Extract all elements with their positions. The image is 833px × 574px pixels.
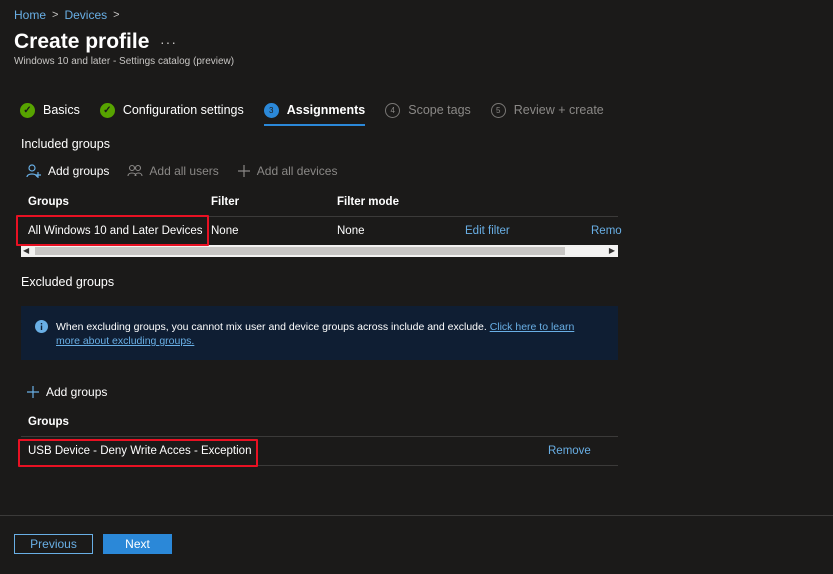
add-groups-button[interactable]: Add groups	[26, 163, 109, 179]
add-all-users-button[interactable]: Add all users	[127, 163, 219, 179]
step-basics[interactable]: ✓ Basics	[20, 100, 80, 120]
included-groups-heading: Included groups	[21, 137, 110, 151]
add-groups-label: Add groups	[48, 164, 110, 178]
scroll-left-icon[interactable]: ◀	[23, 245, 29, 257]
scrollbar-thumb[interactable]	[35, 247, 565, 255]
add-all-devices-label: Add all devices	[256, 164, 338, 178]
add-all-users-label: Add all users	[149, 164, 219, 178]
users-icon	[127, 164, 143, 177]
add-excluded-groups-button[interactable]: Add groups	[26, 385, 107, 399]
step-scope-tags[interactable]: 4 Scope tags	[385, 100, 471, 120]
step-label: Assignments	[286, 103, 366, 117]
previous-button[interactable]: Previous	[14, 534, 93, 554]
remove-link[interactable]: Remove	[548, 445, 591, 457]
next-button[interactable]: Next	[103, 534, 172, 554]
step-number-icon: 4	[385, 102, 401, 118]
excluded-groups-table: Groups USB Device - Deny Write Acces - E…	[21, 408, 618, 466]
plus-icon	[237, 165, 250, 177]
step-number-icon: 3	[263, 102, 279, 118]
checkmark-icon: ✓	[99, 102, 115, 118]
table-header: Groups	[21, 408, 618, 436]
plus-icon	[27, 386, 39, 398]
edit-filter-link[interactable]: Edit filter	[465, 225, 510, 237]
breadcrumb: Home > Devices >	[14, 8, 120, 22]
page-subtitle: Windows 10 and later - Settings catalog …	[14, 56, 235, 67]
checkmark-icon: ✓	[20, 102, 35, 118]
remove-link[interactable]: Remo	[591, 225, 622, 237]
info-message: When excluding groups, you cannot mix us…	[56, 320, 601, 348]
column-header-groups: Groups	[28, 196, 69, 208]
wizard-steps: ✓ Basics ✓ Configuration settings 3 Assi…	[20, 100, 624, 126]
excluded-groups-heading: Excluded groups	[21, 275, 115, 289]
step-label: Scope tags	[408, 103, 471, 117]
page-title: Create profile	[14, 30, 150, 53]
group-name: All Windows 10 and Later Devices	[28, 225, 203, 237]
column-header-filter-mode: Filter mode	[337, 196, 399, 208]
step-assignments[interactable]: 3 Assignments	[263, 100, 366, 126]
add-groups-label: Add groups	[46, 385, 108, 399]
more-options-icon[interactable]: ···	[160, 34, 177, 50]
group-name: USB Device - Deny Write Acces - Exceptio…	[28, 445, 252, 457]
footer-divider	[0, 515, 833, 516]
step-label: Configuration settings	[122, 103, 244, 117]
step-label: Review + create	[513, 103, 604, 117]
info-banner: When excluding groups, you cannot mix us…	[21, 306, 618, 360]
info-text: When excluding groups, you cannot mix us…	[56, 321, 487, 333]
filter-mode-value: None	[337, 225, 365, 237]
table-header: Groups Filter Filter mode	[21, 188, 618, 216]
filter-value: None	[211, 225, 239, 237]
breadcrumb-devices-link[interactable]: Devices	[64, 8, 107, 22]
included-command-bar: Add groups Add all users Add all devices	[26, 163, 337, 179]
included-groups-table: Groups Filter Filter mode All Windows 10…	[21, 188, 622, 260]
table-row: USB Device - Deny Write Acces - Exceptio…	[21, 436, 618, 466]
info-icon	[35, 320, 48, 333]
step-number-icon: 5	[490, 102, 506, 118]
step-label: Basics	[43, 103, 80, 117]
add-all-devices-button[interactable]: Add all devices	[237, 164, 338, 178]
step-configuration-settings[interactable]: ✓ Configuration settings	[99, 100, 244, 120]
horizontal-scrollbar[interactable]: ◀ ▶	[21, 245, 618, 257]
chevron-right-icon: >	[52, 9, 59, 21]
column-header-filter: Filter	[211, 196, 240, 208]
add-user-icon	[26, 164, 41, 178]
step-review-create[interactable]: 5 Review + create	[490, 100, 604, 120]
table-row: All Windows 10 and Later Devices None No…	[21, 216, 622, 245]
chevron-right-icon: >	[113, 9, 120, 21]
scroll-right-icon[interactable]: ▶	[609, 245, 615, 257]
breadcrumb-home-link[interactable]: Home	[14, 8, 46, 22]
column-header-groups: Groups	[28, 416, 69, 428]
